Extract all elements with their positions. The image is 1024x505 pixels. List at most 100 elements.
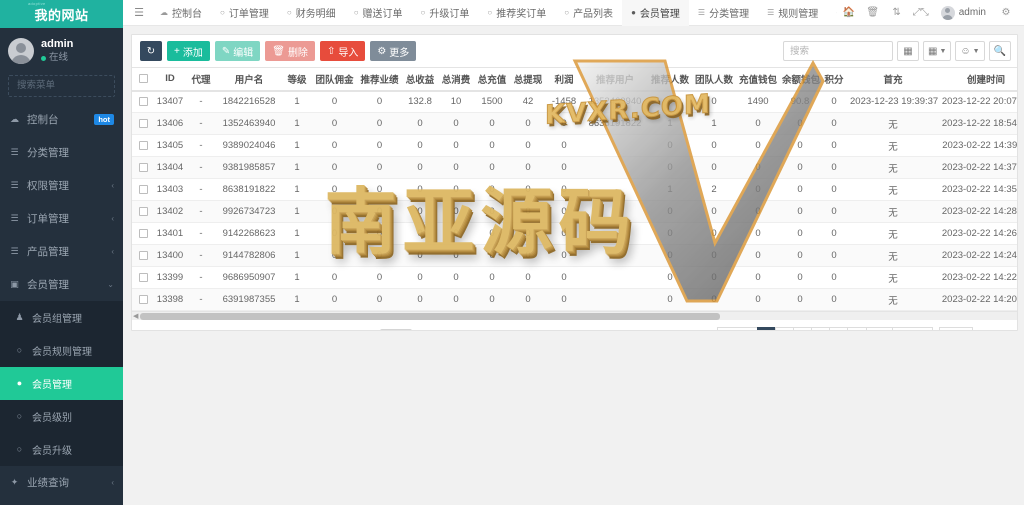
search-input[interactable] — [783, 41, 893, 61]
sidebar-item-redpacket[interactable]: ● 红包管理 ‹ — [0, 499, 123, 505]
col-agent[interactable]: 代理 — [186, 67, 216, 92]
sidebar-item-dashboard[interactable]: ☁ 控制台 hot — [0, 103, 123, 136]
col-team-count[interactable]: 团队人数 — [692, 67, 736, 92]
table-row[interactable]: 13407-1842216528 1 0 0 132.8 10 1500 42 -1458 135… — [132, 90, 1017, 113]
table-row[interactable]: 13400-9144782806 1 0 0 0 0 0 0 0 0 0 0 0 0 无 2023-02-22… — [132, 244, 1017, 267]
scrollbar-thumb[interactable] — [140, 313, 720, 320]
sidebar-item-orders[interactable]: ☰ 订单管理 ‹ — [0, 202, 123, 235]
checkbox-icon[interactable] — [138, 74, 148, 84]
scroll-left-icon[interactable]: ◀ — [133, 312, 138, 320]
delete-button[interactable]: 🗑 删除 — [265, 41, 315, 61]
col-recharge-wallet[interactable]: 充值钱包 — [736, 67, 780, 92]
sidebar-logo[interactable]: adoptive 我的网站 — [0, 0, 123, 28]
row-checkbox-cell[interactable] — [132, 266, 154, 289]
col-level[interactable]: 等级 — [282, 67, 312, 92]
col-total-income[interactable]: 总收益 — [402, 67, 438, 92]
prev-page-button[interactable]: 上一页 — [717, 327, 758, 330]
table-row[interactable]: 13399-9686950907 1 0 0 0 0 0 0 0 0 0 0 0 0 无 2023-02-22… — [132, 266, 1017, 289]
page-button-1[interactable]: 1 — [756, 327, 776, 330]
col-referral-count[interactable]: 推荐人数 — [648, 67, 692, 92]
checkbox-icon[interactable] — [138, 294, 148, 304]
table-row[interactable]: 13402-9926734723 1 0 0 0 0 0 0 0 0 0 0 0 0 无 2023-02-22… — [132, 200, 1017, 223]
tab-dashboard[interactable]: ☁ 控制台 — [151, 0, 211, 26]
table-row[interactable]: 13404-9381985857 1 0 0 0 0 0 0 0 0 0 0 0 0 无 2023-02-22… — [132, 156, 1017, 179]
col-id[interactable]: ID — [154, 67, 186, 92]
trash-icon[interactable]: 🗑 — [861, 0, 885, 26]
table-row[interactable]: 13403-8638191822 1 0 0 0 0 0 0 0 1 2 0 0 0 无 2023-02-22… — [132, 178, 1017, 201]
tab-product-list[interactable]: ○ 产品列表 — [555, 0, 622, 26]
table-icon[interactable]: ▦ ▼ — [923, 41, 952, 61]
col-total-consume[interactable]: 总消费 — [438, 67, 474, 92]
sidebar-item-members[interactable]: ▣ 会员管理 ⌄ — [0, 268, 123, 301]
row-checkbox-cell[interactable] — [132, 222, 154, 245]
col-username[interactable]: 用户名 — [216, 67, 282, 92]
refresh-button[interactable]: ↻ — [140, 41, 162, 61]
tab-product-category[interactable]: ○ 产品分类 — [827, 0, 837, 26]
table-row[interactable]: 13406-1352463940 1 0 0 0 0 0 0 0 8638191822 1 1 0 0 0 无… — [132, 112, 1017, 135]
checkbox-icon[interactable] — [138, 206, 148, 216]
topbar-user[interactable]: admin — [933, 5, 994, 20]
next-page-button[interactable]: 下一页 — [892, 327, 933, 330]
sidebar-item-products[interactable]: ☰ 产品管理 ‹ — [0, 235, 123, 268]
table-row[interactable]: 13401-9142268623 1 0 0 0 0 0 0 0 0 0 0 0 0 无 2023-02-22… — [132, 222, 1017, 245]
sidebar-subitem-member-group[interactable]: ♟ 会员组管理 — [0, 301, 123, 334]
page-button-4[interactable]: 4 — [810, 327, 830, 330]
col-create-time[interactable]: 创建时间 — [938, 67, 1017, 92]
export-icon[interactable]: ☺ ▼ — [955, 41, 985, 61]
sidebar-item-permission[interactable]: ☰ 权限管理 ‹ — [0, 169, 123, 202]
jump-page-input[interactable] — [938, 327, 973, 330]
page-button-2[interactable]: 2 — [774, 327, 794, 330]
page-button-5[interactable]: 5 — [828, 327, 848, 330]
sidebar-subitem-member-rules[interactable]: ○ 会员规则管理 — [0, 334, 123, 367]
page-button-last[interactable]: 341 — [865, 327, 894, 330]
tab-category-manage[interactable]: ☰ 分类管理 — [689, 0, 758, 26]
col-referrer[interactable]: 推荐用户 — [582, 67, 648, 92]
table-row[interactable]: 13398-6391987355 1 0 0 0 0 0 0 0 0 0 0 0 0 无 2023-02-22… — [132, 288, 1017, 311]
home-icon[interactable]: 🏠 — [837, 0, 861, 26]
sidebar-subitem-member-manage[interactable]: ● 会员管理 — [0, 366, 123, 400]
gear-icon[interactable]: ⚙ — [994, 0, 1018, 26]
row-checkbox-cell[interactable] — [132, 156, 154, 179]
menu-search-input[interactable] — [15, 79, 123, 93]
edit-button[interactable]: ✎ 编辑 — [214, 41, 261, 61]
import-button[interactable]: ⇧ 导入 — [319, 41, 366, 61]
col-total-recharge[interactable]: 总充值 — [474, 67, 510, 92]
table-row[interactable]: 13405-9389024046 1 0 0 0 0 0 0 0 0 0 0 0 0 无 2023-02-22… — [132, 134, 1017, 157]
tab-referral-order[interactable]: ○ 推荐奖订单 — [478, 0, 555, 26]
checkbox-icon[interactable] — [138, 140, 148, 150]
refresh-icon[interactable]: ⇅ — [885, 0, 909, 26]
tab-order-manage[interactable]: ○ 订单管理 — [211, 0, 278, 26]
col-first-recharge[interactable]: 首充 — [848, 67, 938, 92]
col-profit[interactable]: 利润 — [546, 67, 582, 92]
tab-rule-manage[interactable]: ☰ 规则管理 — [758, 0, 827, 26]
add-button[interactable]: + 添加 — [167, 41, 210, 61]
tab-member-manage[interactable]: ● 会员管理 — [622, 0, 689, 26]
checkbox-icon[interactable] — [138, 97, 148, 107]
horizontal-scrollbar[interactable]: ◀ — [132, 311, 1017, 320]
sidebar-subitem-member-level[interactable]: ○ 会员级别 — [0, 400, 123, 433]
jump-button[interactable]: 跳转 — [978, 329, 1009, 331]
sidebar-user[interactable]: admin 在线 — [0, 28, 123, 73]
row-checkbox-cell[interactable] — [132, 288, 154, 311]
col-points[interactable]: 积分 — [820, 67, 848, 92]
page-button-3[interactable]: 3 — [792, 327, 812, 330]
checkbox-icon[interactable] — [138, 250, 148, 260]
row-checkbox-cell[interactable] — [132, 90, 154, 113]
row-checkbox-cell[interactable] — [132, 200, 154, 223]
row-checkbox-cell[interactable] — [132, 134, 154, 157]
tab-gift-order[interactable]: ○ 赠送订单 — [345, 0, 412, 26]
sidebar-item-performance[interactable]: ✦ 业绩查询 ‹ — [0, 466, 123, 499]
fullscreen-icon[interactable]: ⤢⤡ — [909, 0, 933, 26]
row-checkbox-cell[interactable] — [132, 244, 154, 267]
col-team-commission[interactable]: 团队佣金 — [312, 67, 357, 92]
sidebar-item-category[interactable]: ☰ 分类管理 — [0, 136, 123, 169]
col-referral-performance[interactable]: 推荐业绩 — [357, 67, 402, 92]
more-button[interactable]: ⚙ 更多 — [370, 41, 417, 61]
row-checkbox-cell[interactable] — [132, 112, 154, 135]
checkbox-icon[interactable] — [138, 118, 148, 128]
col-total-withdraw[interactable]: 总提现 — [510, 67, 546, 92]
checkbox-icon[interactable] — [138, 184, 148, 194]
tab-upgrade-order[interactable]: ○ 升级订单 — [412, 0, 479, 26]
checkbox-icon[interactable] — [138, 162, 148, 172]
checkbox-icon[interactable] — [138, 272, 148, 282]
